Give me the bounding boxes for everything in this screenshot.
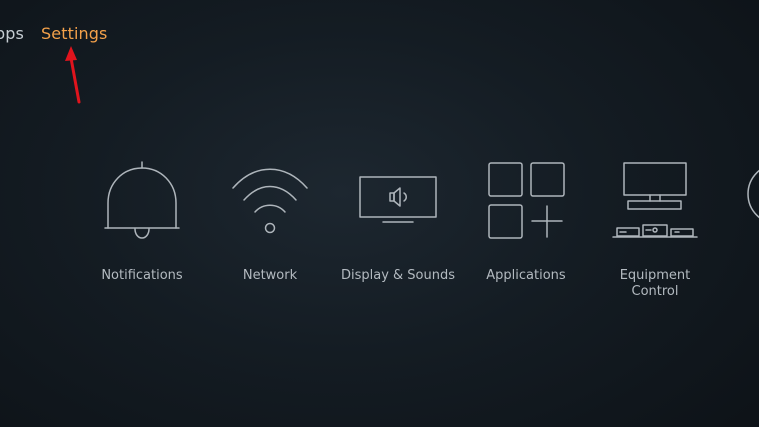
tile-network[interactable]: Network [200,150,340,310]
tile-label: Notifications [101,268,183,283]
tile-label: Network [242,268,298,283]
next-tile-partial-icon[interactable] [740,160,759,230]
tile-label: Display & Sounds [340,268,456,283]
settings-tiles: Notifications Network Display & Sounds A… [0,150,759,320]
tile-display-sounds[interactable]: Display & Sounds [328,150,468,310]
tile-label: Applications [486,268,566,283]
wifi-icon [200,158,340,250]
equipment-icon [585,158,725,250]
tile-label: Equipment Control [619,268,691,299]
tile-applications[interactable]: Applications [456,150,596,310]
tv-speaker-icon [328,158,468,250]
bell-icon [72,158,212,250]
tile-notifications[interactable]: Notifications [72,150,212,310]
red-arrow-annotation [65,46,81,104]
apps-grid-icon [456,158,596,250]
top-navigation: pps Settings [0,0,759,70]
nav-item-apps[interactable]: pps [0,24,24,43]
nav-item-settings[interactable]: Settings [41,24,107,43]
tile-equipment-control[interactable]: Equipment Control [585,150,725,310]
